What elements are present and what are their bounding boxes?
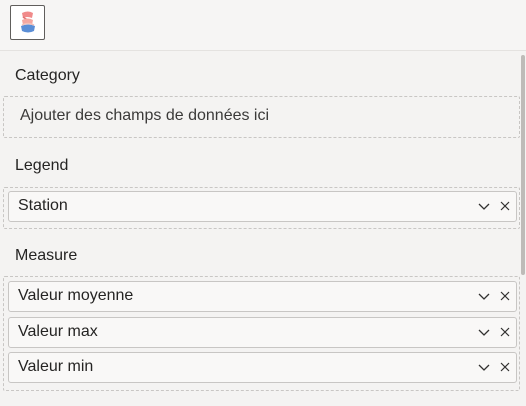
chevron-down-icon[interactable] [478,363,490,373]
legend-field-station[interactable]: Station [8,191,517,222]
visual-toolbar [0,0,526,51]
field-label: Valeur moyenne [18,287,134,304]
legend-section-label: Legend [15,157,69,174]
category-placeholder: Ajouter des champs de données ici [20,107,270,124]
chevron-down-icon[interactable] [478,328,490,338]
field-label: Valeur max [18,323,98,340]
field-label: Valeur min [18,358,94,375]
scrollbar-thumb[interactable] [521,55,525,275]
field-wells-panel: Category Ajouter des champs de données i… [0,51,520,406]
measure-dropzone[interactable]: Valeur moyenne Valeur max Valeur min [3,276,520,391]
measure-field-valeur-min[interactable]: Valeur min [8,352,517,383]
chevron-down-icon[interactable] [478,202,490,212]
category-dropzone[interactable]: Ajouter des champs de données ici [3,96,520,138]
measure-field-valeur-moyenne[interactable]: Valeur moyenne [8,281,517,312]
legend-dropzone[interactable]: Station [3,187,520,229]
field-label: Station [18,197,68,214]
category-section-label: Category [15,67,80,84]
visual-type-icon [21,11,35,33]
chevron-down-icon[interactable] [478,292,490,302]
visual-type-button[interactable] [10,5,45,40]
close-icon[interactable] [499,200,511,212]
close-icon[interactable] [499,290,511,302]
close-icon[interactable] [499,361,511,373]
measure-field-valeur-max[interactable]: Valeur max [8,317,517,348]
measure-section-label: Measure [15,247,78,264]
panel-scrollbar[interactable] [521,51,526,406]
close-icon[interactable] [499,326,511,338]
